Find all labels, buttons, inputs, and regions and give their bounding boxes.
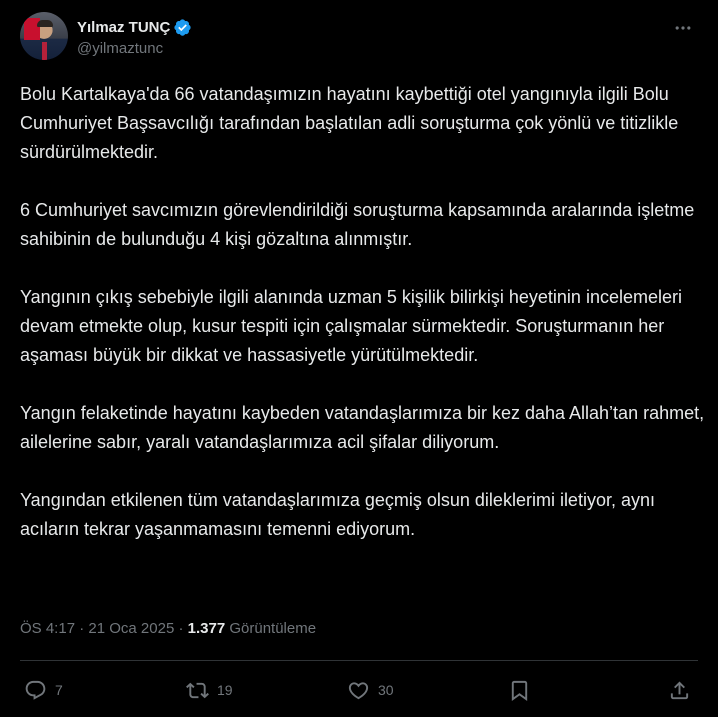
tweet-header: Yılmaz TUNÇ @yilmaztunc	[20, 12, 702, 64]
bookmark-button[interactable]	[508, 674, 531, 706]
repost-button[interactable]: 19	[186, 674, 233, 706]
tweet-paragraph: Yangından etkilenen tüm vatandaşlarımıza…	[20, 490, 655, 539]
repost-icon	[186, 682, 209, 698]
views-count: 1.377	[187, 620, 226, 637]
tweet-meta: ÖS 4:17 · 21 Oca 2025 · 1.377 Görüntülem…	[20, 620, 316, 637]
tweet-paragraph: 6 Cumhuriyet savcımızın görevlendirildiğ…	[20, 200, 695, 249]
user-info: Yılmaz TUNÇ @yilmaztunc	[77, 17, 192, 56]
bookmark-icon	[511, 680, 528, 701]
like-icon	[348, 681, 369, 699]
like-button[interactable]: 30	[347, 674, 394, 706]
tweet-paragraph: Yangın felaketinde hayatını kaybeden vat…	[20, 403, 705, 452]
reply-count: 7	[55, 682, 63, 698]
repost-count: 19	[217, 682, 233, 698]
action-bar: 7 19 30	[20, 674, 698, 706]
tweet-date[interactable]: 21 Oca 2025	[88, 620, 174, 637]
more-options-button[interactable]	[666, 16, 700, 40]
share-icon	[670, 680, 689, 699]
user-handle[interactable]: @yilmaztunc	[77, 41, 192, 56]
tweet-paragraph: Yangının çıkış sebebiyle ilgili alanında…	[20, 287, 682, 365]
display-name[interactable]: Yılmaz TUNÇ	[77, 20, 170, 35]
tweet-time[interactable]: ÖS 4:17	[20, 620, 75, 637]
reply-button[interactable]: 7	[24, 674, 63, 706]
more-horizontal-icon	[675, 26, 691, 30]
reply-icon	[25, 680, 46, 700]
meta-separator: ·	[79, 620, 85, 637]
meta-separator: ·	[178, 620, 184, 637]
tweet-text: Bolu Kartalkaya'da 66 vatandaşımızın hay…	[20, 80, 710, 573]
views-label: Görüntüleme	[229, 620, 317, 637]
like-count: 30	[378, 682, 394, 698]
avatar[interactable]	[20, 12, 68, 60]
divider	[20, 660, 698, 661]
tweet-paragraph: Bolu Kartalkaya'da 66 vatandaşımızın hay…	[20, 84, 679, 162]
verified-badge-icon[interactable]	[173, 18, 192, 37]
share-button[interactable]	[668, 674, 691, 706]
